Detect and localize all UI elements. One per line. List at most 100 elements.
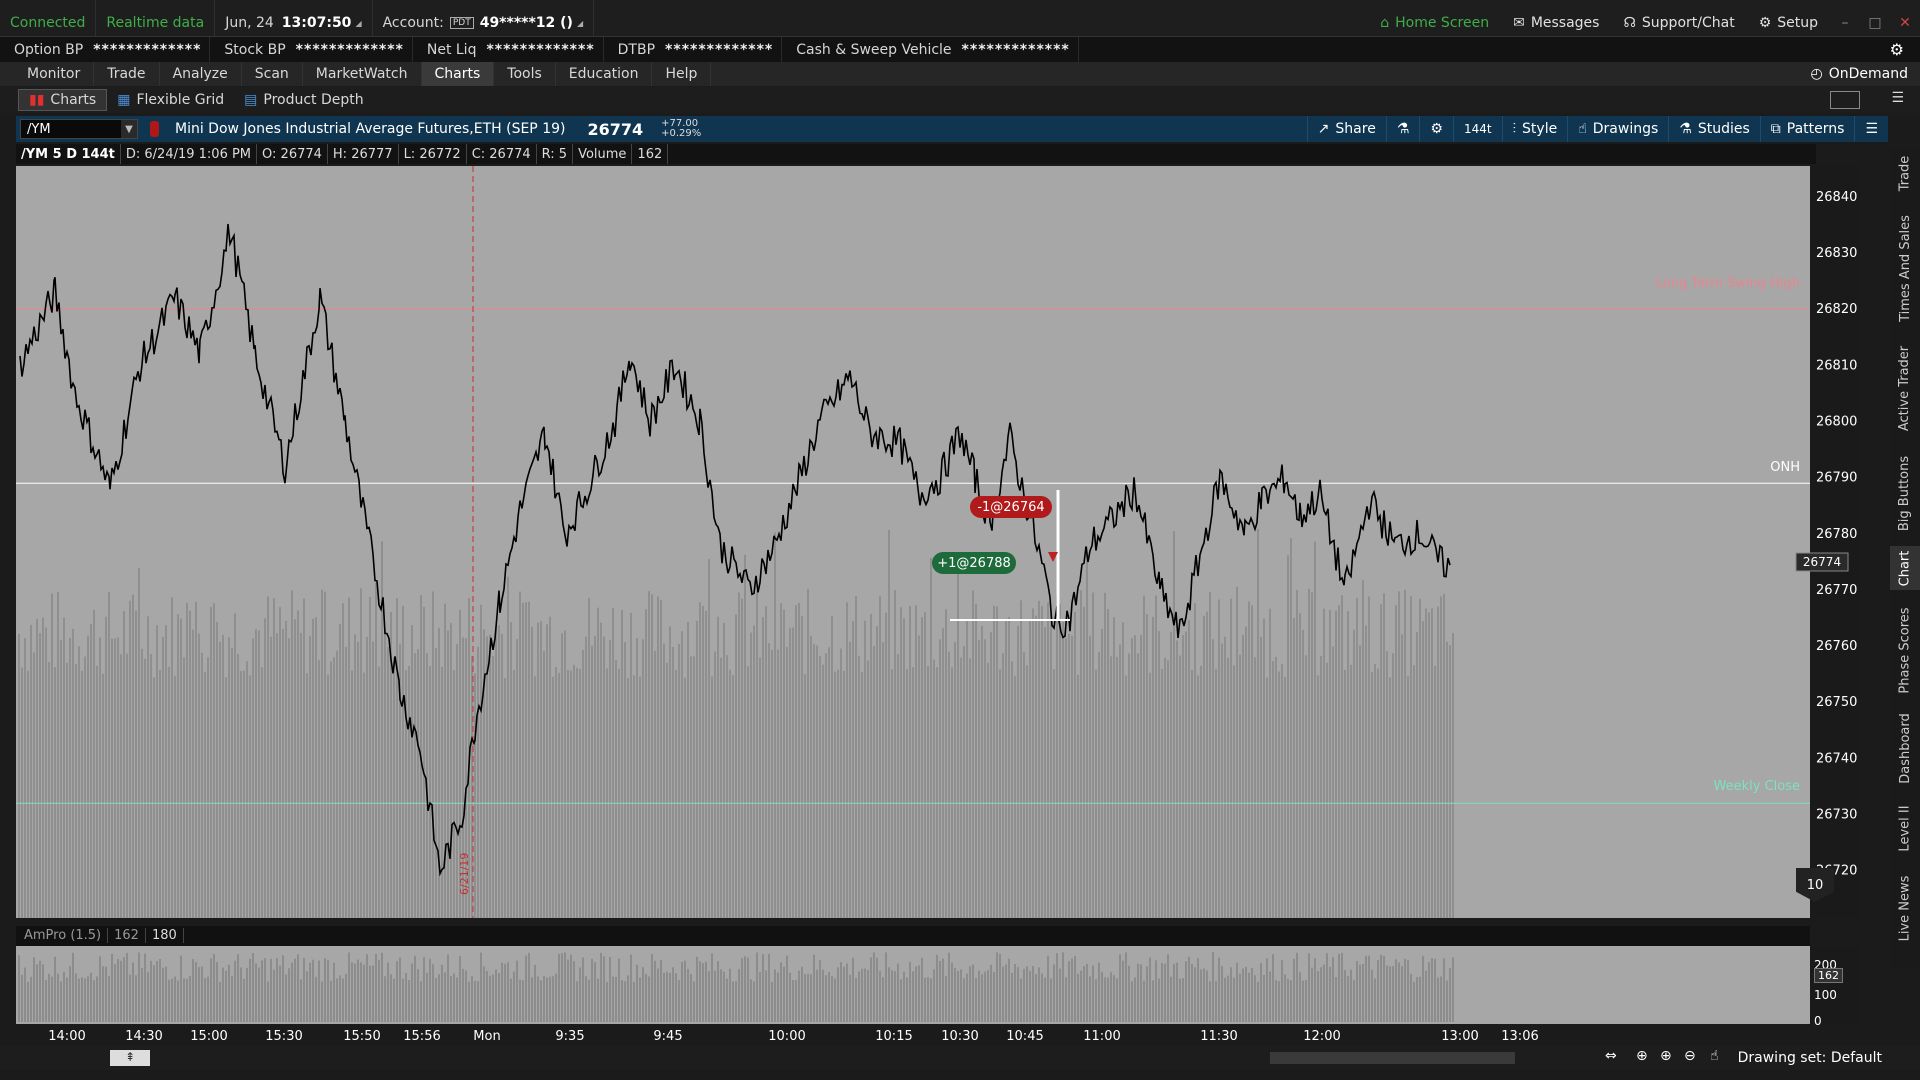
volume-bg-bar bbox=[561, 633, 563, 918]
volume-bar bbox=[1407, 960, 1409, 1022]
x-tick-label: 10:00 bbox=[768, 1029, 805, 1044]
volume-bar bbox=[705, 961, 707, 1022]
volume-bar bbox=[177, 980, 179, 1022]
volume-bar bbox=[1308, 953, 1310, 1022]
volume-bar bbox=[468, 981, 470, 1022]
sidebar-tab-level-ii[interactable]: Level II bbox=[1890, 798, 1920, 858]
volume-bar bbox=[1275, 980, 1277, 1022]
volume-axis-100: 100 bbox=[1814, 988, 1837, 1002]
volume-bar bbox=[963, 978, 965, 1022]
volume-bg-bar bbox=[828, 647, 830, 918]
volume-bg-bar bbox=[345, 647, 347, 918]
volume-bg-bar bbox=[924, 612, 926, 918]
volume-bar bbox=[1170, 976, 1172, 1022]
volume-bg-bar bbox=[1248, 601, 1250, 918]
volume-bg-bar bbox=[411, 625, 413, 918]
zoom-in-icon[interactable]: ⊕ bbox=[1660, 1048, 1672, 1064]
volume-bar bbox=[531, 977, 533, 1022]
x-tick-label: 10:30 bbox=[941, 1029, 978, 1044]
volume-bg-bar bbox=[732, 675, 734, 918]
volume-bar bbox=[540, 980, 542, 1022]
volume-bg-bar bbox=[204, 672, 206, 918]
volume-bg-bar bbox=[510, 622, 512, 918]
buy-order-badge[interactable]: +1@26788 bbox=[932, 552, 1016, 574]
horizontal-scrollbar[interactable] bbox=[1270, 1052, 1515, 1064]
volume-bg-bar bbox=[249, 675, 251, 918]
volume-bg-bar bbox=[1407, 676, 1409, 918]
collapse-panel-button[interactable]: ⇞ bbox=[110, 1050, 150, 1066]
volume-axis-0: 0 bbox=[1814, 1014, 1822, 1028]
volume-bar bbox=[333, 962, 335, 1022]
volume-bar bbox=[654, 960, 656, 1022]
volume-bg-bar bbox=[1068, 634, 1070, 918]
volume-bar bbox=[171, 978, 173, 1022]
sidebar-tab-times-and-sales[interactable]: Times And Sales bbox=[1890, 208, 1920, 328]
zoom-out-icon[interactable]: ⊖ bbox=[1684, 1048, 1696, 1064]
volume-bg-bar bbox=[1434, 665, 1436, 918]
volume-bg-bar bbox=[219, 641, 221, 918]
volume-bar bbox=[339, 975, 341, 1022]
volume-bar bbox=[666, 971, 668, 1022]
volume-bg-bar bbox=[1335, 610, 1337, 918]
volume-bg-bar bbox=[1005, 620, 1007, 918]
volume-bg-bar bbox=[369, 596, 371, 918]
volume-bar bbox=[927, 977, 929, 1022]
volume-bg-bar bbox=[1056, 594, 1058, 918]
volume-bg-bar bbox=[90, 623, 92, 918]
volume-bg-bar bbox=[159, 669, 161, 918]
sell-order-badge[interactable]: -1@26764 bbox=[970, 496, 1052, 518]
volume-bg-bar bbox=[372, 641, 374, 918]
volume-bar bbox=[1116, 978, 1118, 1022]
volume-bg-bar bbox=[984, 639, 986, 918]
sidebar-tab-dashboard[interactable]: Dashboard bbox=[1890, 708, 1920, 788]
volume-bar bbox=[1152, 980, 1154, 1022]
price-chart[interactable]: 6/21/19 26840 26830 26820 26810 26800 26790 26… bbox=[0, 0, 1920, 1080]
volume-bar bbox=[1305, 980, 1307, 1022]
volume-bg-bar bbox=[909, 606, 911, 918]
drawing-set-selector[interactable]: Drawing set: Default bbox=[1738, 1050, 1882, 1066]
volume-bg-bar bbox=[54, 667, 56, 918]
volume-bg-bar bbox=[36, 618, 38, 918]
volume-bg-bar bbox=[213, 603, 215, 918]
y-tick-label: 26810 bbox=[1816, 358, 1857, 373]
pan-icon[interactable]: ⇔ bbox=[1605, 1048, 1617, 1064]
volume-bar bbox=[1014, 964, 1016, 1022]
sidebar-tab-chart[interactable]: Chart bbox=[1890, 546, 1920, 590]
volume-bg-bar bbox=[618, 668, 620, 918]
volume-bg-bar bbox=[1194, 603, 1196, 918]
volume-bg-bar bbox=[1224, 636, 1226, 918]
volume-bar bbox=[369, 965, 371, 1022]
x-tick-label: Mon bbox=[473, 1029, 500, 1044]
sidebar-tab-phase-scores[interactable]: Phase Scores bbox=[1890, 600, 1920, 700]
volume-bar bbox=[582, 957, 584, 1022]
volume-bg-bar bbox=[516, 639, 518, 918]
volume-bg-bar bbox=[1287, 555, 1289, 918]
volume-bg-bar bbox=[1155, 595, 1157, 918]
volume-bar bbox=[111, 953, 113, 1022]
volume-bar bbox=[1041, 973, 1043, 1022]
volume-bar bbox=[378, 959, 380, 1022]
volume-bg-bar bbox=[804, 674, 806, 918]
x-tick-label: 9:35 bbox=[555, 1029, 584, 1044]
sidebar-tab-active-trader[interactable]: Active Trader bbox=[1890, 338, 1920, 438]
volume-bar bbox=[606, 981, 608, 1022]
crosshair-icon[interactable]: ⊕ bbox=[1636, 1048, 1648, 1064]
hand-icon[interactable]: ☝ bbox=[1710, 1048, 1719, 1064]
volume-bar bbox=[402, 978, 404, 1022]
volume-bg-bar bbox=[1275, 656, 1277, 918]
volume-bg-bar bbox=[1014, 675, 1016, 918]
volume-bar bbox=[1143, 980, 1145, 1022]
sidebar-tab-live-news[interactable]: Live News bbox=[1890, 868, 1920, 948]
volume-bg-bar bbox=[1332, 646, 1334, 918]
volume-bar bbox=[150, 960, 152, 1022]
volume-bar bbox=[1263, 975, 1265, 1022]
volume-bg-bar bbox=[687, 621, 689, 918]
volume-bar bbox=[330, 980, 332, 1022]
volume-bg-bar bbox=[162, 636, 164, 918]
sidebar-tab-trade[interactable]: Trade bbox=[1890, 148, 1920, 198]
volume-bar bbox=[234, 960, 236, 1022]
volume-bg-bar bbox=[78, 646, 80, 918]
volume-bar bbox=[1410, 973, 1412, 1022]
sidebar-tab-big-buttons[interactable]: Big Buttons bbox=[1890, 448, 1920, 538]
volume-bar bbox=[924, 977, 926, 1022]
